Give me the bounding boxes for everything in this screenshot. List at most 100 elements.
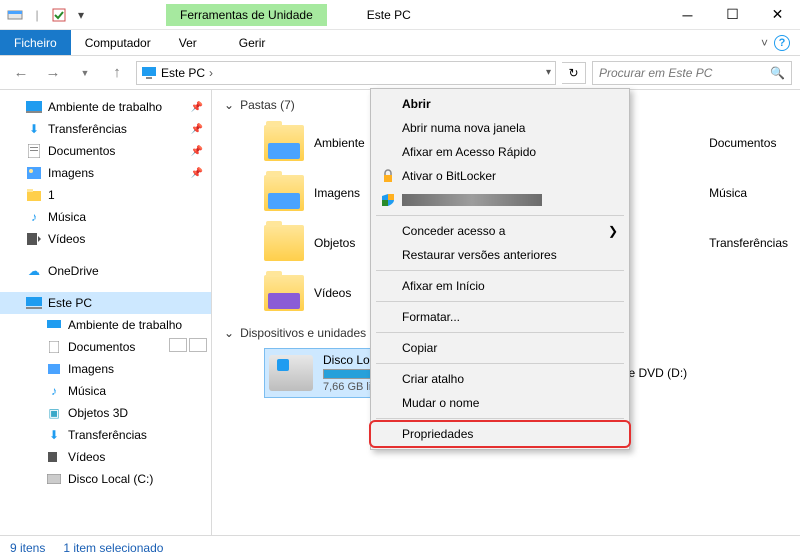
downloads-icon: ⬇ [46, 427, 62, 443]
sidebar-item-documents[interactable]: Documentos 📌 [0, 140, 211, 162]
cm-label: Restaurar versões anteriores [402, 248, 557, 262]
chevron-right-icon[interactable]: › [209, 66, 213, 80]
cm-grant-access[interactable]: Conceder acesso a❯ [374, 219, 626, 243]
folder-label: Objetos [314, 236, 355, 250]
cm-label: Copiar [402, 341, 437, 355]
pc-icon [141, 65, 157, 81]
sidebar-item-label: Vídeos [68, 450, 105, 464]
ribbon-expand-icon[interactable]: ˅ [761, 36, 768, 50]
chevron-down-icon: ⌄ [224, 98, 234, 112]
refresh-button[interactable]: ↻ [562, 62, 586, 84]
cm-restore-versions[interactable]: Restaurar versões anteriores [374, 243, 626, 267]
nav-back-button[interactable]: ← [8, 60, 34, 86]
cm-bitlocker[interactable]: Ativar o BitLocker [374, 164, 626, 188]
sidebar-item-label: OneDrive [48, 264, 99, 278]
sidebar-item-label: Transferências [68, 428, 147, 442]
tab-view[interactable]: Ver [165, 30, 211, 55]
sidebar-item-pc-downloads[interactable]: ⬇ Transferências [0, 424, 211, 446]
window-controls: ─ ☐ ✕ [665, 0, 800, 30]
breadcrumb-item[interactable]: Este PC [161, 66, 205, 80]
music-icon: ♪ [26, 209, 42, 225]
sidebar-item-this-pc[interactable]: Este PC [0, 292, 211, 314]
sidebar-item-videos[interactable]: Vídeos [0, 228, 211, 250]
cm-label: Afixar em Acesso Rápido [402, 145, 536, 159]
pin-icon: 📌 [191, 146, 203, 157]
folder-label: Ambiente [314, 136, 365, 150]
folder-label: Vídeos [314, 286, 351, 300]
folder-icon [264, 225, 304, 261]
sidebar-item-label: Imagens [68, 362, 114, 376]
cm-rename[interactable]: Mudar o nome [374, 391, 626, 415]
tab-manage[interactable]: Gerir [225, 30, 280, 55]
cm-open[interactable]: Abrir [374, 92, 626, 116]
sidebar-item-desktop[interactable]: Ambiente de trabalho 📌 [0, 96, 211, 118]
desktop-icon [46, 317, 62, 333]
sidebar-item-label: Documentos [48, 144, 115, 158]
cm-pin-start[interactable]: Afixar em Início [374, 274, 626, 298]
sidebar-item-pc-pictures[interactable]: Imagens [0, 358, 211, 380]
cm-copy[interactable]: Copiar [374, 336, 626, 360]
sidebar-item-label: Imagens [48, 166, 94, 180]
sidebar-item-label: Este PC [48, 296, 92, 310]
folder-icon [264, 125, 304, 161]
qat-dropdown-icon[interactable]: ▾ [72, 6, 90, 24]
sidebar-item-pc-documents[interactable]: Documentos [0, 336, 211, 358]
search-input[interactable]: Procurar em Este PC 🔍 [592, 61, 792, 85]
sidebar-item-label: Ambiente de trabalho [48, 100, 162, 114]
cm-label: Abrir numa nova janela [402, 121, 525, 135]
cm-properties[interactable]: Propriedades [374, 422, 626, 446]
app-icon [6, 6, 24, 24]
qat-separator-icon: | [28, 6, 46, 24]
pin-icon: 📌 [191, 168, 203, 179]
cm-redacted-label [402, 194, 542, 206]
sidebar-item-pictures[interactable]: Imagens 📌 [0, 162, 211, 184]
sidebar-item-onedrive[interactable]: ☁OneDrive [0, 260, 211, 282]
sidebar-item-downloads[interactable]: ⬇Transferências📌 [0, 118, 211, 140]
status-bar: 9 itens 1 item selecionado [0, 535, 800, 559]
nav-recent-dropdown[interactable]: ▼ [72, 60, 98, 86]
cm-label: Afixar em Início [402, 279, 485, 293]
pin-icon: 📌 [191, 102, 203, 113]
drive-icon [46, 471, 62, 487]
nav-up-button[interactable]: ↑ [104, 60, 130, 86]
sidebar-item-label: Documentos [68, 340, 135, 354]
sidebar-item-folder-1[interactable]: 1 [0, 184, 211, 206]
cm-pin-quick-access[interactable]: Afixar em Acesso Rápido [374, 140, 626, 164]
cm-format[interactable]: Formatar... [374, 305, 626, 329]
drive-icon [269, 355, 313, 391]
sidebar-item-pc-3d[interactable]: ▣Objetos 3D [0, 402, 211, 424]
music-icon: ♪ [46, 383, 62, 399]
status-selected-count: 1 item selecionado [63, 541, 163, 555]
help-icon[interactable]: ? [774, 35, 790, 51]
title-bar: | ▾ Ferramentas de Unidade Este PC ─ ☐ ✕ [0, 0, 800, 30]
documents-icon [46, 339, 62, 355]
cm-defender-scan[interactable] [374, 188, 626, 212]
sidebar-item-local-disk[interactable]: Disco Local (C:) [0, 468, 211, 490]
folder-icon [26, 187, 42, 203]
cm-label: Abrir [402, 97, 431, 111]
close-button[interactable]: ✕ [755, 0, 800, 30]
cm-create-shortcut[interactable]: Criar atalho [374, 367, 626, 391]
maximize-button[interactable]: ☐ [710, 0, 755, 30]
cm-label: Mudar o nome [402, 396, 479, 410]
sidebar-item-pc-desktop[interactable]: Ambiente de trabalho [0, 314, 211, 336]
folder-label: Imagens [314, 186, 360, 200]
sidebar-item-music[interactable]: ♪Música [0, 206, 211, 228]
minimize-button[interactable]: ─ [665, 0, 710, 30]
folder-label: Música [709, 186, 747, 200]
sidebar-item-pc-videos[interactable]: Vídeos [0, 446, 211, 468]
address-bar[interactable]: Este PC › ▾ [136, 61, 556, 85]
cm-label: Criar atalho [402, 372, 464, 386]
tab-computer[interactable]: Computador [71, 30, 165, 55]
window-title: Este PC [327, 8, 665, 22]
videos-icon [46, 449, 62, 465]
qat-properties-icon[interactable] [50, 6, 68, 24]
nav-forward-button[interactable]: → [40, 60, 66, 86]
cm-open-new-window[interactable]: Abrir numa nova janela [374, 116, 626, 140]
sidebar-item-pc-music[interactable]: ♪Música [0, 380, 211, 402]
address-dropdown-icon[interactable]: ▾ [546, 67, 551, 78]
tab-file[interactable]: Ficheiro [0, 30, 71, 55]
context-menu: Abrir Abrir numa nova janela Afixar em A… [370, 88, 630, 450]
cm-label: Formatar... [402, 310, 460, 324]
bitlocker-icon [380, 168, 396, 184]
